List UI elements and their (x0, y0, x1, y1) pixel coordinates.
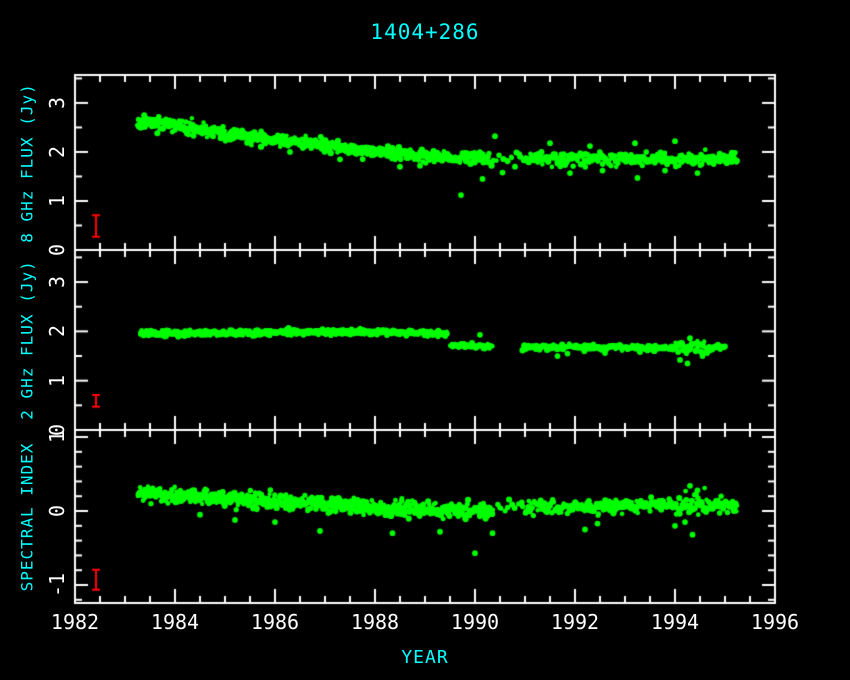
y-tick-label: 1 (45, 431, 69, 443)
figure-title: 1404+286 (0, 20, 850, 44)
y-axis-title-spectral-index: SPECTRAL INDEX (18, 442, 37, 591)
x-axis-title: YEAR (75, 647, 775, 668)
y-tick-label: 2 (45, 146, 69, 158)
x-tick-label: 1994 (651, 610, 699, 634)
plot-canvas (0, 0, 850, 680)
x-tick-label: 1990 (451, 610, 499, 634)
light-curve-figure: 1404+286 YEAR 1982 1984 1986 1988 1990 1992 19… (0, 0, 850, 680)
y-tick-label: 1 (45, 195, 69, 207)
y-tick-label: -1 (45, 573, 69, 597)
y-axis-title-flux-2ghz: 2 GHz FLUX (Jy) (18, 260, 37, 420)
y-tick-label: 3 (45, 97, 69, 109)
y-tick-label: 0 (45, 505, 69, 517)
y-tick-label: 0 (45, 244, 69, 256)
y-tick-label: 2 (45, 325, 69, 337)
x-tick-label: 1982 (51, 610, 99, 634)
y-axis-title-flux-8ghz: 8 GHz FLUX (Jy) (18, 83, 37, 243)
x-tick-label: 1986 (251, 610, 299, 634)
y-tick-label: 3 (45, 276, 69, 288)
y-tick-label: 1 (45, 375, 69, 387)
x-tick-label: 1988 (351, 610, 399, 634)
x-tick-label: 1984 (151, 610, 199, 634)
x-tick-label: 1996 (751, 610, 799, 634)
x-tick-label: 1992 (551, 610, 599, 634)
